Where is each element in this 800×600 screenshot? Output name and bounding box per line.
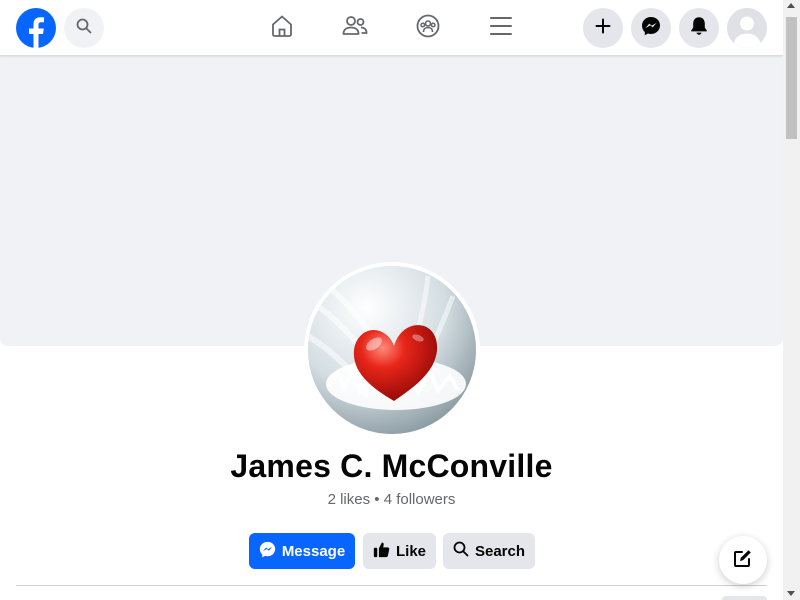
scroll-down-arrow-icon[interactable] [787,591,795,596]
nav-friends[interactable] [339,12,371,44]
profile-name: James C. McConville [230,448,553,484]
scrollbar-thumb[interactable] [786,17,797,139]
red-heart-image [308,266,476,434]
facebook-logo-icon[interactable] [16,8,56,48]
home-icon [270,14,294,43]
new-message-button[interactable] [719,536,767,584]
profile-stats: 2 likes • 4 followers [327,491,456,508]
message-button-label: Message [281,542,346,560]
groups-icon [416,14,440,43]
like-button[interactable]: Like [363,533,436,569]
avatar-icon [727,8,767,48]
account-avatar-button[interactable] [727,8,767,48]
scroll-up-arrow-icon[interactable] [787,3,795,8]
create-button[interactable] [583,8,623,48]
message-button[interactable]: Message [249,533,355,569]
search-button[interactable] [64,8,104,48]
compose-icon [733,548,753,573]
like-button-label: Like [395,542,426,560]
profile-search-button[interactable]: Search [443,533,535,569]
messenger-icon [641,16,661,41]
vertical-scrollbar[interactable] [783,0,800,600]
profile-picture[interactable] [304,262,480,438]
messenger-icon [259,541,276,562]
nav-home[interactable] [266,12,298,44]
top-navigation-bar [0,0,783,56]
bell-icon [690,16,708,41]
plus-icon [595,18,611,39]
menu-icon [490,16,512,41]
nav-groups[interactable] [412,12,444,44]
messenger-button[interactable] [631,8,671,48]
nav-menu[interactable] [485,12,517,44]
friends-icon [342,14,368,43]
search-icon [76,18,92,39]
bottom-panel-edge [722,596,767,600]
section-divider [16,585,767,586]
search-button-label: Search [474,542,526,560]
notifications-button[interactable] [679,8,719,48]
search-icon [453,541,469,561]
thumbs-up-icon [373,541,390,562]
